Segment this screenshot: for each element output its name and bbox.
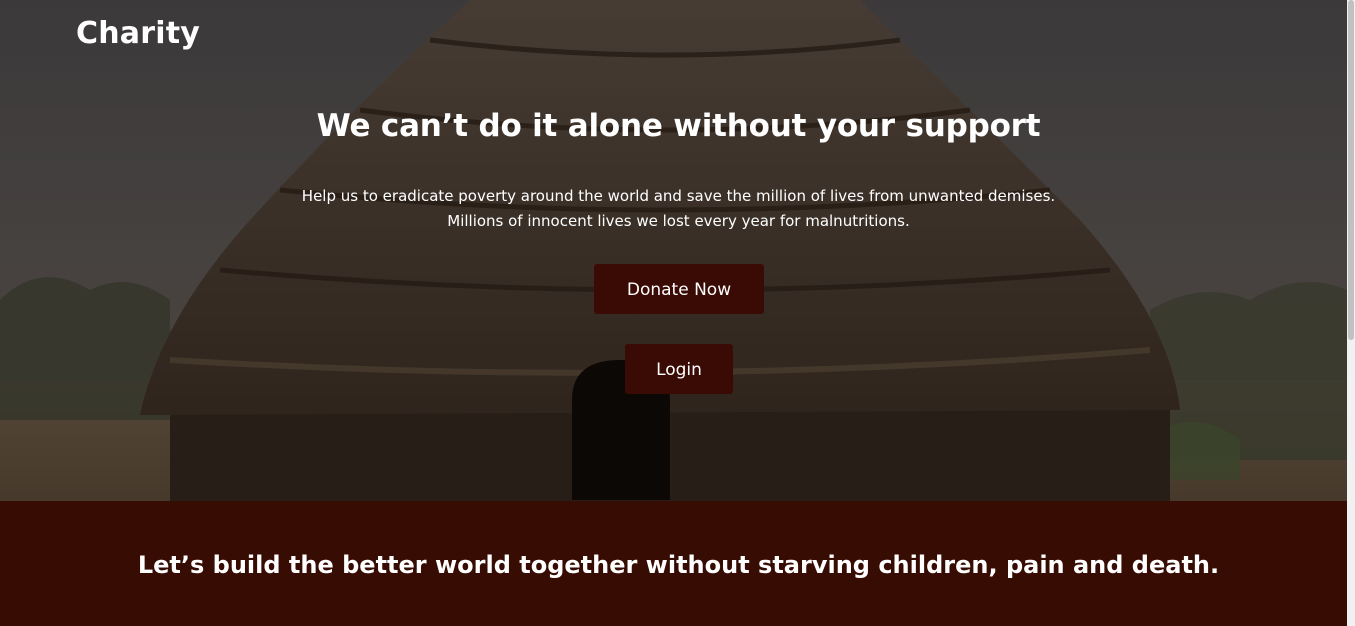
mission-band: Let’s build the better world together wi… (0, 501, 1347, 626)
hero-subtext: Help us to eradicate poverty around the … (0, 184, 1347, 234)
donate-now-button[interactable]: Donate Now (594, 264, 764, 314)
hero-subtext-line-2: Millions of innocent lives we lost every… (447, 212, 910, 230)
page: Charity We can’t do it alone without you… (0, 0, 1347, 626)
hero-subtext-line-1: Help us to eradicate poverty around the … (301, 187, 1056, 205)
hero-overlay (0, 0, 1347, 501)
page-scrollbar[interactable] (1347, 0, 1355, 626)
brand-logo[interactable]: Charity (76, 16, 200, 51)
login-button[interactable]: Login (625, 344, 733, 394)
hero-headline: We can’t do it alone without your suppor… (316, 108, 1041, 144)
scrollbar-thumb[interactable] (1348, 0, 1354, 340)
hero-section: Charity We can’t do it alone without you… (0, 0, 1347, 501)
mission-title: Let’s build the better world together wi… (137, 551, 1220, 579)
